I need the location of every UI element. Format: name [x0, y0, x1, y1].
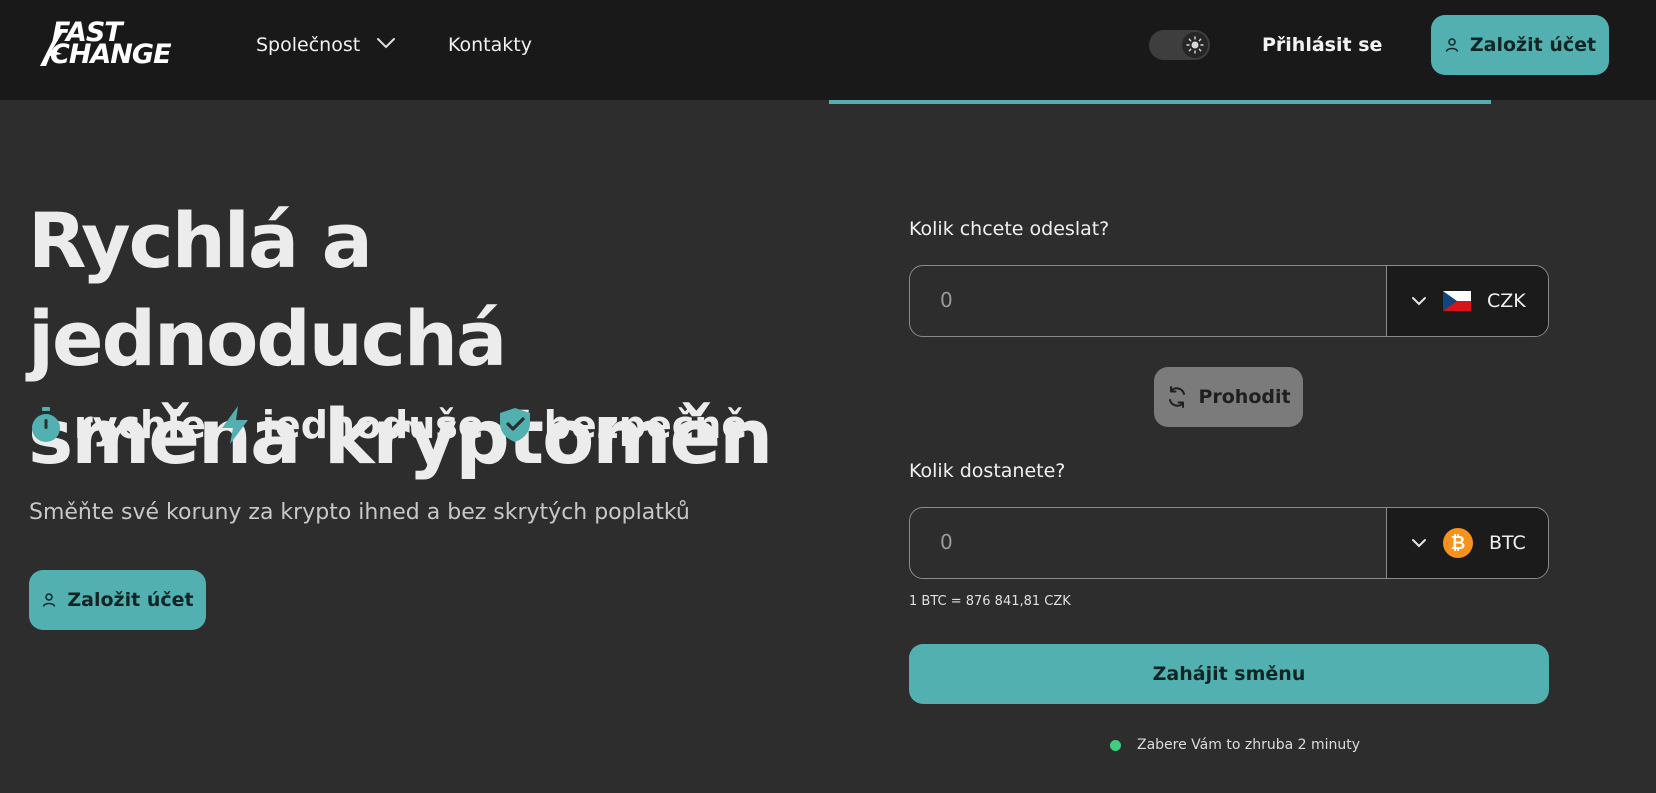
sun-icon: [1186, 36, 1204, 54]
chevron-down-icon: [1412, 539, 1426, 548]
chevron-down-icon: [1412, 297, 1426, 306]
receive-currency-code: BTC: [1489, 532, 1526, 554]
stopwatch-icon: [32, 407, 60, 442]
hero-title-line-1: Rychlá a jednoduchá: [28, 196, 507, 383]
send-amount-input[interactable]: 0: [940, 288, 953, 312]
swap-button-label: Prohodit: [1198, 386, 1291, 408]
send-currency-select[interactable]: CZK: [1386, 266, 1548, 336]
send-amount-field: 0 CZK: [909, 265, 1549, 337]
chevron-down-icon[interactable]: [376, 36, 396, 50]
feature-simple: jednoduše: [220, 403, 484, 447]
signup-button-header[interactable]: Založit účet: [1431, 15, 1609, 75]
feature-secure-label: bezpečně: [543, 403, 748, 447]
feature-fast: rychle: [30, 403, 206, 447]
receive-amount-field: 0 ₿ BTC: [909, 507, 1549, 579]
user-icon: [1445, 38, 1459, 52]
signup-button-label: Založit účet: [1469, 34, 1597, 56]
receive-currency-select[interactable]: ₿ BTC: [1386, 508, 1548, 578]
nav-item-company[interactable]: Společnost: [256, 31, 360, 59]
svg-text:₿: ₿: [1451, 533, 1466, 554]
toggle-knob: [1182, 32, 1208, 58]
swap-button[interactable]: Prohodit: [1154, 367, 1303, 427]
start-exchange-button[interactable]: Zahájit směnu: [909, 644, 1549, 704]
feature-list: rychle jednoduše bezpečně: [30, 400, 761, 450]
exchange-eta: Zabere Vám to zhruba 2 minuty: [1110, 737, 1360, 753]
feature-secure: bezpečně: [498, 403, 747, 447]
exchange-rate-text: 1 BTC = 876 841,81 CZK: [909, 594, 1071, 609]
bitcoin-icon: ₿: [1443, 528, 1473, 558]
exchange-panel-accent-line: [829, 100, 1491, 104]
czech-flag-icon: [1443, 291, 1471, 311]
user-icon: [43, 593, 56, 607]
feature-fast-label: rychle: [74, 403, 206, 447]
swap-arrows-icon: [1169, 386, 1186, 408]
hero-subtitle: Směňte své koruny za krypto ihned a bez …: [29, 500, 690, 525]
login-link[interactable]: Přihlásit se: [1262, 31, 1382, 59]
receive-amount-input[interactable]: 0: [940, 530, 953, 554]
top-navigation-bar: FAST CHANGE Společnost Kontakty Přihlási…: [0, 0, 1656, 100]
lightning-icon: [221, 406, 248, 444]
status-dot-icon: [1110, 739, 1121, 751]
theme-toggle[interactable]: [1149, 30, 1210, 60]
send-amount-label: Kolik chcete odeslat?: [909, 218, 1110, 240]
shield-check-icon: [499, 408, 530, 442]
send-currency-code: CZK: [1487, 290, 1526, 312]
fastchange-logo[interactable]: FAST CHANGE: [36, 19, 212, 70]
receive-amount-label: Kolik dostanete?: [909, 460, 1066, 482]
logo-swoosh-icon: [40, 30, 64, 66]
signup-button-hero[interactable]: Založit účet: [29, 570, 206, 630]
feature-simple-label: jednoduše: [261, 403, 484, 447]
nav-item-contacts[interactable]: Kontakty: [448, 31, 532, 59]
signup-button-hero-label: Založit účet: [67, 589, 194, 611]
exchange-eta-text: Zabere Vám to zhruba 2 minuty: [1137, 737, 1361, 753]
